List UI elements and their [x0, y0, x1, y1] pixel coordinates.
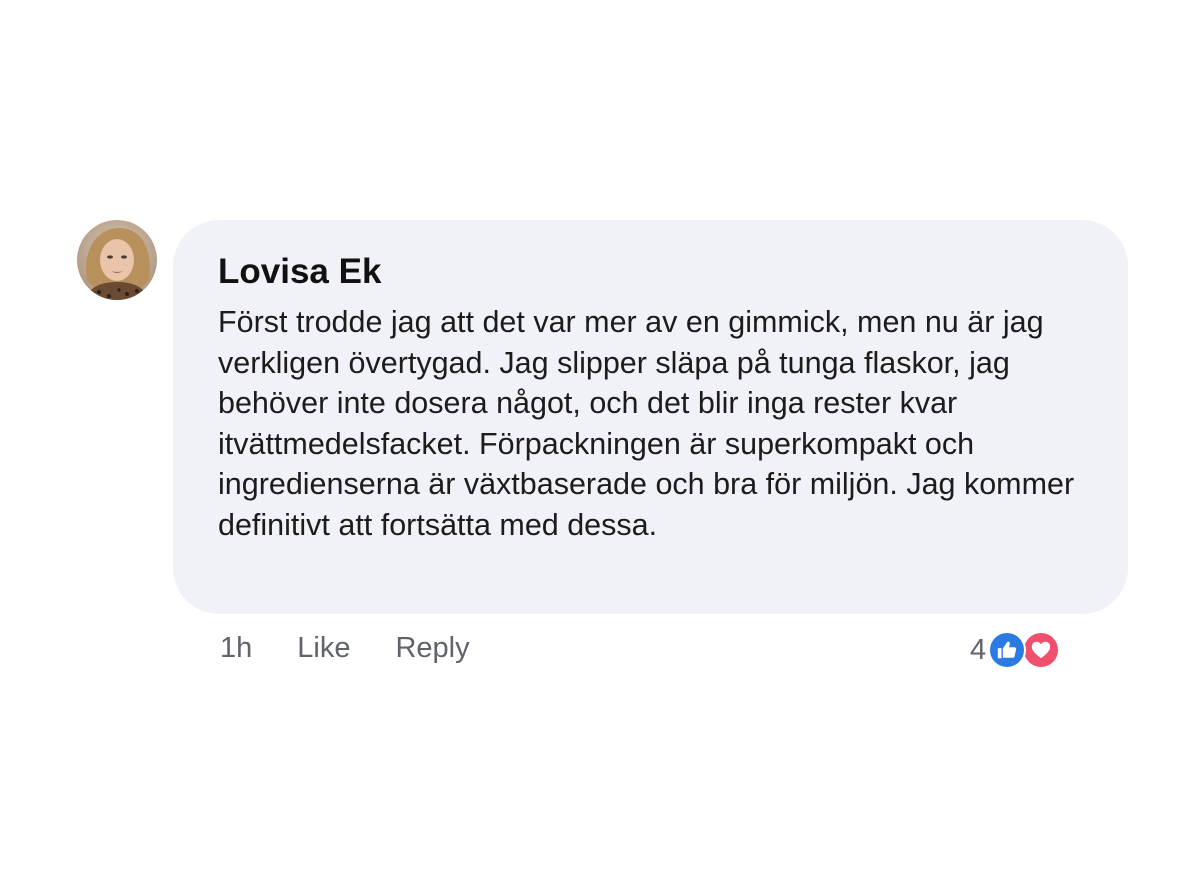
comment-timestamp[interactable]: 1h	[220, 632, 252, 665]
comment-text: Först trodde jag att det var mer av en g…	[218, 305, 1075, 542]
reply-button[interactable]: Reply	[395, 632, 469, 665]
comment-view: Lovisa Ek Först trodde jag att det var m…	[0, 0, 1200, 889]
comment-actions: 1h Like Reply	[220, 630, 470, 666]
reaction-count: 4	[970, 633, 987, 666]
avatar-photo-icon	[77, 220, 157, 300]
avatar[interactable]	[77, 220, 157, 300]
like-button[interactable]: Like	[297, 632, 350, 665]
reaction-summary[interactable]: 4	[970, 630, 1061, 670]
thumbs-up-icon	[988, 631, 1027, 669]
comment-bubble: Lovisa Ek Först trodde jag att det var m…	[173, 220, 1128, 614]
heart-icon	[1022, 631, 1061, 669]
comment-author[interactable]: Lovisa Ek	[218, 252, 1088, 292]
